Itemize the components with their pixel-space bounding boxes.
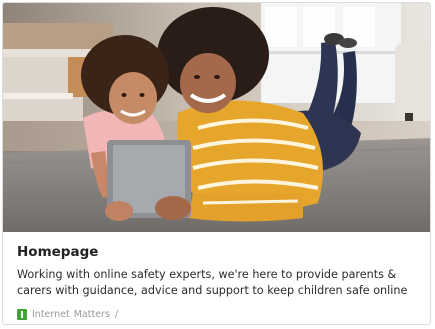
card-body: Homepage Working with online safety expe… — [17, 243, 421, 298]
source-attribution[interactable]: Internet Matters / — [17, 307, 118, 321]
hero-image[interactable] — [3, 3, 430, 232]
source-name-internet: Internet — [32, 308, 70, 320]
link-preview-card[interactable]: Homepage Working with online safety expe… — [2, 2, 431, 325]
source-name-matters: Matters — [73, 308, 110, 320]
source-separator: / — [114, 308, 119, 320]
card-description: Working with online safety experts, we'r… — [17, 268, 408, 297]
card-title[interactable]: Homepage — [17, 243, 421, 261]
internet-matters-logo-icon — [17, 308, 27, 320]
